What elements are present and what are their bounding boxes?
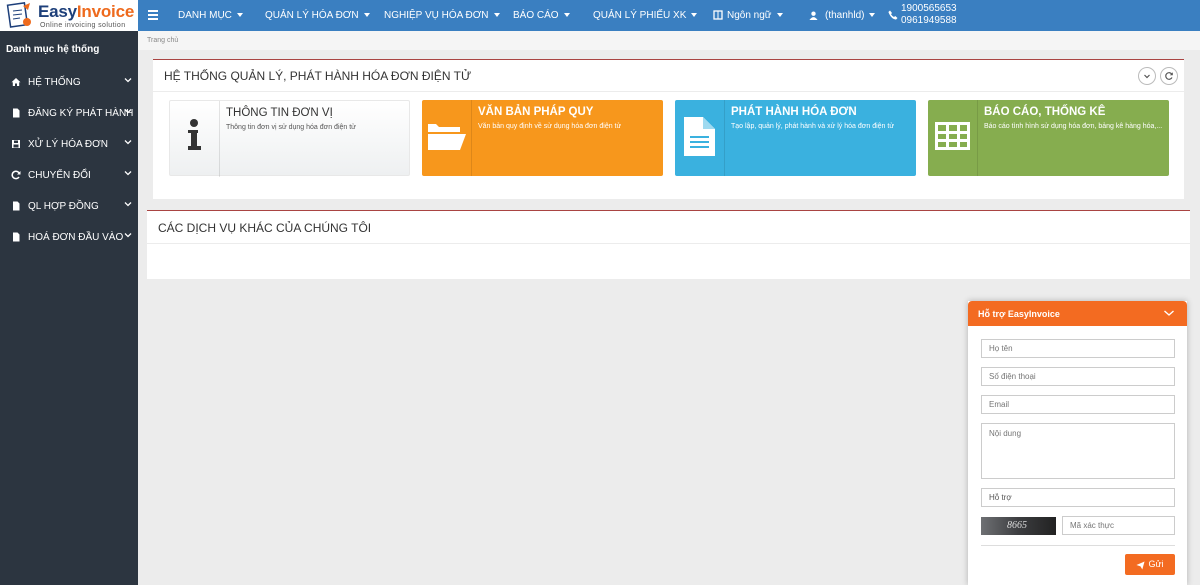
sidebar-title: Danh mục hệ thống <box>6 44 100 55</box>
caret-down-icon <box>869 13 876 18</box>
chevron-down-icon <box>124 171 132 176</box>
invoice-logo-icon <box>6 2 31 28</box>
support-widget: Hỗ trợ EasyInvoice 8665 Gửi <box>968 301 1187 585</box>
sidebar-item-label: HOÁ ĐƠN ĐẦU VÀO <box>28 232 124 243</box>
top-navbar: EasyInvoice Online invoicing solution DA… <box>0 0 1200 31</box>
captcha-text: 8665 <box>1007 520 1027 531</box>
name-input[interactable] <box>981 339 1175 358</box>
divider <box>981 545 1175 546</box>
hotline-1[interactable]: 1900565653 <box>901 3 957 15</box>
sidebar-item-label: CHUYỂN ĐỔI <box>28 170 91 181</box>
refresh-icon <box>1165 72 1173 80</box>
sidebar-item-chuyen-doi[interactable]: CHUYỂN ĐỔI <box>0 165 138 187</box>
tile-title: BÁO CÁO, THỐNG KÊ <box>984 106 1106 118</box>
tile-desc: Thông tin đơn vị sử dụng hóa đơn điện tử <box>226 124 356 131</box>
file-icon <box>13 108 20 118</box>
hotline-2[interactable]: 0961949588 <box>901 15 957 27</box>
document-icon <box>684 117 715 156</box>
sidebar-item-label: HỆ THỐNG <box>28 77 81 88</box>
email-input[interactable] <box>981 395 1175 414</box>
tile-icon-area <box>928 100 978 176</box>
sidebar-item-dang-ky-phat-hanh[interactable]: ĐĂNG KÝ PHÁT HÀNH <box>0 103 138 125</box>
chevron-down-icon <box>124 233 132 238</box>
chevron-down-icon <box>124 140 132 145</box>
save-icon <box>12 140 20 148</box>
info-icon <box>188 119 201 150</box>
chevron-down-icon[interactable] <box>1163 308 1175 318</box>
panel-body <box>147 243 1190 279</box>
nav-bao-cao[interactable]: BÁO CÁO <box>513 10 570 21</box>
chevron-down-icon <box>124 109 132 114</box>
captcha-image: 8665 <box>981 517 1056 535</box>
file-icon <box>13 232 20 242</box>
nav-language[interactable]: Ngôn ngữ <box>713 10 783 21</box>
folder-open-icon <box>428 124 466 150</box>
tile-phat-hanh-hoa-don[interactable]: PHÁT HÀNH HÓA ĐƠN Tạo lập, quản lý, phát… <box>675 100 916 176</box>
sidebar-item-hoa-don-dau-vao[interactable]: HOÁ ĐƠN ĐẦU VÀO <box>0 227 138 249</box>
nav-danh-muc[interactable]: DANH MỤC <box>178 10 243 21</box>
sidebar-item-ql-hop-dong[interactable]: QL HỢP ĐỒNG <box>0 196 138 218</box>
reload-button[interactable] <box>1160 67 1178 85</box>
phone-input[interactable] <box>981 367 1175 386</box>
support-type-field[interactable] <box>981 488 1175 507</box>
services-panel: CÁC DỊCH VỤ KHÁC CỦA CHÚNG TÔI <box>147 210 1190 279</box>
nav-user-menu[interactable]: (thanhld) <box>809 10 876 21</box>
chevron-down-icon <box>124 78 132 83</box>
panel-title: CÁC DỊCH VỤ KHÁC CỦA CHÚNG TÔI <box>158 221 372 235</box>
captcha-input[interactable] <box>1062 516 1175 535</box>
tile-desc: Báo cáo tình hình sử dụng hóa đơn, bảng … <box>984 123 1163 130</box>
tile-title: VĂN BẢN PHÁP QUY <box>478 106 594 118</box>
support-header[interactable]: Hỗ trợ EasyInvoice <box>968 301 1187 326</box>
tile-thong-tin-don-vi[interactable]: THÔNG TIN ĐƠN VỊ Thông tin đơn vị sử dụn… <box>169 100 410 177</box>
tile-icon-area <box>422 100 472 176</box>
send-icon <box>1136 561 1146 570</box>
sidebar-item-he-thong[interactable]: HỆ THỐNG <box>0 72 138 94</box>
nav-quan-ly-hoa-don[interactable]: QUẢN LÝ HÓA ĐƠN <box>265 10 370 21</box>
table-icon <box>935 122 970 150</box>
file-icon <box>13 201 20 211</box>
brand-name: EasyInvoice <box>38 2 135 21</box>
content-input[interactable] <box>981 423 1175 479</box>
tile-icon-area <box>170 101 220 177</box>
brand-logo[interactable]: EasyInvoice Online invoicing solution <box>0 0 138 31</box>
send-button[interactable]: Gửi <box>1125 554 1175 575</box>
chevron-down-icon <box>1144 74 1150 79</box>
caret-down-icon <box>363 13 370 18</box>
tile-title: PHÁT HÀNH HÓA ĐƠN <box>731 106 857 118</box>
tile-icon-area <box>675 100 725 176</box>
collapse-button[interactable] <box>1138 67 1156 85</box>
tile-desc: Văn bản quy định về sử dụng hóa đơn điện… <box>478 123 622 130</box>
tile-van-ban-phap-quy[interactable]: VĂN BẢN PHÁP QUY Văn bản quy định về sử … <box>422 100 663 176</box>
tile-bao-cao-thong-ke[interactable]: BÁO CÁO, THỐNG KÊ Báo cáo tình hình sử d… <box>928 100 1169 176</box>
refresh-icon <box>11 170 21 180</box>
breadcrumb-home[interactable]: Trang chủ <box>147 37 178 44</box>
chevron-down-icon <box>124 202 132 207</box>
caret-down-icon <box>493 13 500 18</box>
nav-nghiep-vu-hoa-don[interactable]: NGHIỆP VỤ HÓA ĐƠN <box>384 10 500 21</box>
caret-down-icon <box>691 13 698 18</box>
phone-icon <box>888 10 898 20</box>
caret-down-icon <box>776 13 783 18</box>
user-icon <box>809 11 818 20</box>
sidebar-item-label: ĐĂNG KÝ PHÁT HÀNH <box>28 108 134 119</box>
brand-tagline: Online invoicing solution <box>40 22 126 29</box>
tile-title: THÔNG TIN ĐƠN VỊ <box>226 107 333 119</box>
sidebar-item-label: QL HỢP ĐỒNG <box>28 201 99 212</box>
home-icon <box>11 78 21 86</box>
nav-quan-ly-phieu-xk[interactable]: QUẢN LÝ PHIẾU XK <box>593 10 698 21</box>
hotline[interactable]: 1900565653 0961949588 <box>901 3 957 27</box>
caret-down-icon <box>236 13 243 18</box>
sidebar: Danh mục hệ thống HỆ THỐNG ĐĂNG KÝ PHÁT … <box>0 31 138 585</box>
breadcrumb: Trang chủ <box>138 31 1200 50</box>
support-title: Hỗ trợ EasyInvoice <box>978 309 1060 319</box>
sidebar-item-label: XỬ LÝ HÓA ĐƠN <box>28 139 108 150</box>
menu-toggle-icon[interactable] <box>148 10 158 20</box>
tile-desc: Tạo lập, quản lý, phát hành và xử lý hóa… <box>731 123 895 130</box>
book-icon <box>713 10 723 21</box>
caret-down-icon <box>563 13 570 18</box>
panel-title: HỆ THỐNG QUẢN LÝ, PHÁT HÀNH HÓA ĐƠN ĐIỆN… <box>164 69 472 83</box>
sidebar-item-xu-ly-hoa-don[interactable]: XỬ LÝ HÓA ĐƠN <box>0 134 138 156</box>
